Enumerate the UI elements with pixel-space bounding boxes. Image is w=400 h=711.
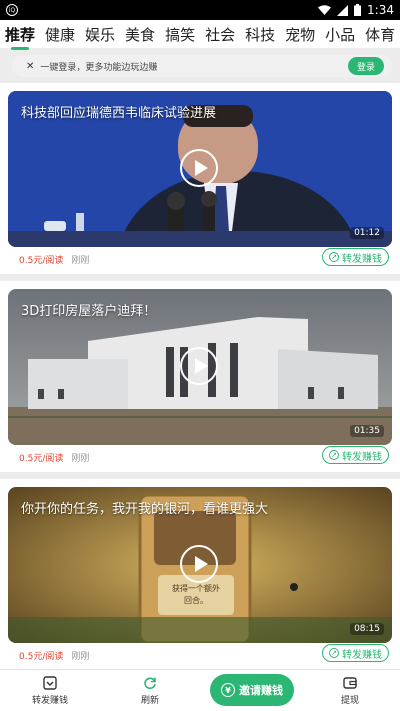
tab-funny[interactable]: 搞笑 <box>165 24 195 45</box>
share-earn-label: 转发赚钱 <box>342 253 382 265</box>
share-icon: ↗ <box>329 648 339 658</box>
list-item[interactable]: 3D打印房屋落户迪拜！ 01:35 0.5元/阅读 刚刚 ↗ 转发赚钱 <box>0 281 400 472</box>
tab-recommend[interactable]: 推荐 <box>5 24 35 50</box>
reward-rate: 0.5元/阅读 <box>19 454 64 464</box>
tab-pets[interactable]: 宠物 <box>285 24 315 45</box>
publish-time: 刚刚 <box>71 256 90 266</box>
publish-time: 刚刚 <box>71 454 90 464</box>
svg-text:回合。: 回合。 <box>184 595 208 605</box>
play-icon[interactable] <box>180 149 218 187</box>
app-notification-icon: iQ <box>6 4 18 16</box>
invite-earn-label: 邀请赚钱 <box>239 684 283 697</box>
list-item[interactable]: 科技部回应瑞德西韦临床试验进展 01:12 0.5元/阅读 刚刚 ↗ 转发赚钱 <box>0 83 400 274</box>
video-thumbnail[interactable]: 科技部回应瑞德西韦临床试验进展 01:12 <box>8 91 392 247</box>
reward-rate: 0.5元/阅读 <box>19 256 64 266</box>
category-tabs: 推荐 健康 娱乐 美食 搞笑 社会 科技 宠物 小品 体育 <box>0 20 400 50</box>
bottom-nav: 转发赚钱 刷新 提现 <box>0 669 400 711</box>
play-icon[interactable] <box>180 545 218 583</box>
tab-entertainment[interactable]: 娱乐 <box>85 24 115 45</box>
share-icon: ↗ <box>329 450 339 460</box>
share-earn-label: 转发赚钱 <box>342 451 382 463</box>
article-meta: 0.5元/阅读 刚刚 <box>19 649 89 662</box>
reward-rate: 0.5元/阅读 <box>19 652 64 662</box>
nav-forward-earn[interactable]: 转发赚钱 <box>0 675 100 706</box>
nav-withdraw[interactable]: 提现 <box>300 676 400 706</box>
wallet-icon <box>343 676 357 689</box>
article-feed[interactable]: 科技部回应瑞德西韦临床试验进展 01:12 0.5元/阅读 刚刚 ↗ 转发赚钱 <box>0 83 400 669</box>
tab-food[interactable]: 美食 <box>125 24 155 45</box>
article-meta: 0.5元/阅读 刚刚 <box>19 253 89 266</box>
article-meta: 0.5元/阅读 刚刚 <box>19 451 89 464</box>
play-icon[interactable] <box>180 347 218 385</box>
share-icon: ↗ <box>329 252 339 262</box>
refresh-icon <box>144 676 156 689</box>
nav-forward-label: 转发赚钱 <box>31 695 68 706</box>
login-button[interactable]: 登录 <box>348 57 384 75</box>
signal-icon <box>337 4 349 16</box>
login-banner: ✕ 一键登录，更多功能边玩边赚 登录 <box>12 55 392 77</box>
tab-sports[interactable]: 体育 <box>365 24 395 45</box>
status-bar: iQ 1:34 <box>0 0 400 20</box>
video-duration: 08:15 <box>350 623 384 635</box>
wifi-icon <box>318 4 332 15</box>
forward-earn-icon <box>43 675 57 690</box>
yuan-coin-icon: ¥ <box>221 683 235 697</box>
article-title: 3D打印房屋落户迪拜！ <box>21 304 157 319</box>
share-earn-button[interactable]: ↗ 转发赚钱 <box>322 248 389 266</box>
list-item[interactable]: 获得一个额外 回合。 你开你的任务，我开我的银河，看谁更强大 08:15 0.5… <box>0 479 400 669</box>
article-title: 科技部回应瑞德西韦临床试验进展 <box>21 106 217 121</box>
login-banner-text: 一键登录，更多功能边玩边赚 <box>40 62 158 73</box>
nav-withdraw-label: 提现 <box>340 695 359 706</box>
close-icon[interactable]: ✕ <box>26 61 34 72</box>
share-earn-button[interactable]: ↗ 转发赚钱 <box>322 644 389 662</box>
share-earn-label: 转发赚钱 <box>342 649 382 661</box>
clock: 1:34 <box>367 3 394 17</box>
nav-refresh[interactable]: 刷新 <box>100 676 200 706</box>
video-duration: 01:35 <box>350 425 384 437</box>
video-duration: 01:12 <box>350 227 384 239</box>
svg-text:获得一个额外: 获得一个额外 <box>172 583 220 593</box>
article-title: 你开你的任务，我开我的银河，看谁更强大 <box>21 502 269 517</box>
nav-refresh-label: 刷新 <box>140 695 159 706</box>
tab-skits[interactable]: 小品 <box>325 24 355 45</box>
tab-health[interactable]: 健康 <box>45 24 75 45</box>
share-earn-button[interactable]: ↗ 转发赚钱 <box>322 446 389 464</box>
tab-society[interactable]: 社会 <box>205 24 235 45</box>
video-thumbnail[interactable]: 3D打印房屋落户迪拜！ 01:35 <box>8 289 392 445</box>
video-thumbnail[interactable]: 获得一个额外 回合。 你开你的任务，我开我的银河，看谁更强大 08:15 <box>8 487 392 643</box>
invite-earn-button[interactable]: ¥ 邀请赚钱 <box>210 674 294 706</box>
battery-icon <box>354 4 362 16</box>
tab-tech[interactable]: 科技 <box>245 24 275 45</box>
publish-time: 刚刚 <box>71 652 90 662</box>
